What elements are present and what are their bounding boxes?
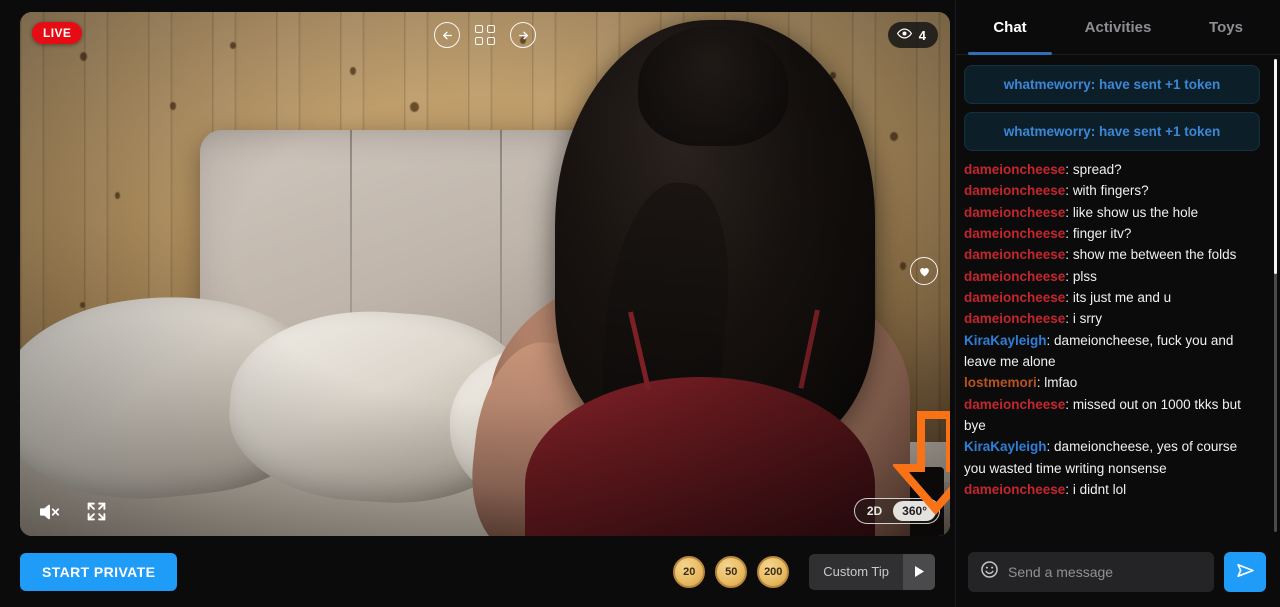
smiley-face-icon[interactable]: [980, 560, 999, 584]
chat-message: dameioncheese: its just me and u: [964, 287, 1266, 308]
chat-colon: :: [1065, 268, 1073, 284]
chat-message: dameioncheese: with fingers?: [964, 180, 1266, 201]
chat-text: show me between the folds: [1072, 247, 1237, 263]
chat-colon: :: [1065, 481, 1073, 497]
chat-panel: Chat Activities Toys whatmeworry: have s…: [955, 0, 1280, 607]
tip-notification: whatmeworry: have sent +1 token: [964, 112, 1260, 151]
speaker-muted-icon[interactable]: [38, 502, 62, 522]
chat-username: dameioncheese: [964, 162, 1066, 177]
eye-icon: [896, 26, 912, 44]
chat-text: finger itv?: [1072, 225, 1132, 241]
chat-colon: :: [1065, 225, 1073, 241]
tip-controls: 20 50 200 Custom Tip: [673, 553, 935, 590]
mode-option-2d[interactable]: 2D: [858, 501, 891, 521]
chat-username: dameioncheese: [964, 247, 1066, 263]
chat-username: dameioncheese: [964, 481, 1066, 497]
tip-coin-200[interactable]: 200: [757, 555, 790, 588]
chat-username: KiraKayleigh: [964, 439, 1047, 455]
chat-username: dameioncheese: [964, 225, 1066, 241]
chat-message: KiraKayleigh: dameioncheese, yes of cour…: [964, 436, 1266, 479]
chat-tabs: Chat Activities Toys: [956, 0, 1280, 55]
chat-username: dameioncheese: [964, 183, 1066, 199]
chat-text: plss: [1072, 268, 1097, 284]
viewer-count-value: 4: [918, 27, 926, 43]
tab-chat[interactable]: Chat: [956, 0, 1064, 55]
tab-toys[interactable]: Toys: [1172, 0, 1280, 54]
chat-message: dameioncheese: show me between the folds: [964, 244, 1266, 265]
video-vignette: [20, 12, 950, 536]
chat-colon: :: [1065, 204, 1073, 220]
chat-message: dameioncheese: finger itv?: [964, 223, 1266, 244]
video-playback-controls: [38, 501, 107, 522]
chat-username: lostmemori: [964, 375, 1037, 391]
mode-option-360[interactable]: 360°: [893, 501, 936, 521]
chat-message-list[interactable]: whatmeworry: have sent +1 token whatmewo…: [956, 55, 1280, 536]
message-composer: [956, 536, 1280, 607]
custom-tip-label: Custom Tip: [809, 553, 903, 590]
fullscreen-expand-icon[interactable]: [86, 501, 107, 522]
grid-apps-icon[interactable]: [472, 22, 498, 48]
chat-scrollbar-thumb[interactable]: [1274, 59, 1277, 274]
chat-username: dameioncheese: [964, 268, 1066, 284]
video-column: LIVE 4 2D 360° START PRIVATE 20 50 200 C…: [0, 0, 955, 607]
chat-text: spread?: [1072, 162, 1122, 177]
chat-text: i srry: [1072, 311, 1103, 327]
chat-message: dameioncheese: spread?: [964, 159, 1266, 180]
action-bar: START PRIVATE 20 50 200 Custom Tip: [0, 536, 955, 607]
chat-username: dameioncheese: [964, 204, 1066, 220]
chat-text: with fingers?: [1072, 183, 1149, 199]
video-stream-frame: [20, 12, 950, 536]
tab-activities[interactable]: Activities: [1064, 0, 1172, 54]
chat-colon: :: [1065, 396, 1073, 412]
chat-colon: :: [1046, 332, 1055, 348]
custom-tip-button[interactable]: Custom Tip: [809, 553, 935, 590]
message-input[interactable]: [1008, 563, 1202, 580]
stream-navigation-controls: [434, 22, 536, 48]
chat-message: dameioncheese: plss: [964, 266, 1266, 287]
chat-username: dameioncheese: [964, 311, 1066, 327]
arrow-right-circle-icon[interactable]: [510, 22, 536, 48]
arrow-left-circle-icon[interactable]: [434, 22, 460, 48]
chat-message: dameioncheese: missed out on 1000 tkks b…: [964, 394, 1266, 437]
tip-notification: whatmeworry: have sent +1 token: [964, 65, 1260, 104]
chat-username: dameioncheese: [964, 396, 1066, 412]
video-player[interactable]: LIVE 4 2D 360°: [20, 12, 950, 536]
chat-message: dameioncheese: i srry: [964, 308, 1266, 329]
tip-coin-50[interactable]: 50: [715, 555, 748, 588]
play-arrow-icon[interactable]: [903, 553, 935, 590]
chat-text: like show us the hole: [1072, 204, 1199, 220]
chat-text: i didnt lol: [1072, 481, 1127, 497]
chat-message: KiraKayleigh: dameioncheese, fuck you an…: [964, 330, 1266, 373]
chat-colon: :: [1065, 289, 1073, 305]
tip-coin-20[interactable]: 20: [673, 555, 706, 588]
chat-colon: :: [1065, 247, 1073, 263]
chat-message: dameioncheese: like show us the hole: [964, 202, 1266, 223]
chat-username: KiraKayleigh: [964, 332, 1047, 348]
chat-colon: :: [1065, 183, 1073, 199]
send-message-button[interactable]: [1224, 551, 1266, 592]
start-private-button[interactable]: START PRIVATE: [20, 552, 178, 591]
heart-circle-icon[interactable]: [910, 257, 938, 285]
chat-colon: :: [1065, 311, 1073, 327]
live-stream-page: LIVE 4 2D 360° START PRIVATE 20 50 200 C…: [0, 0, 1280, 607]
message-input-wrapper[interactable]: [968, 551, 1214, 592]
viewer-count-badge: 4: [887, 22, 938, 48]
chat-message: dameioncheese: i didnt lol: [964, 479, 1266, 500]
send-paper-plane-icon: [1235, 560, 1256, 584]
chat-text: lmfao: [1044, 375, 1078, 391]
chat-message: lostmemori: lmfao: [964, 372, 1266, 393]
view-mode-toggle[interactable]: 2D 360°: [853, 498, 940, 524]
chat-colon: :: [1065, 162, 1073, 177]
live-badge: LIVE: [32, 22, 83, 44]
chat-username: dameioncheese: [964, 289, 1066, 305]
chat-text: its just me and u: [1072, 289, 1172, 305]
chat-colon: :: [1046, 439, 1055, 455]
